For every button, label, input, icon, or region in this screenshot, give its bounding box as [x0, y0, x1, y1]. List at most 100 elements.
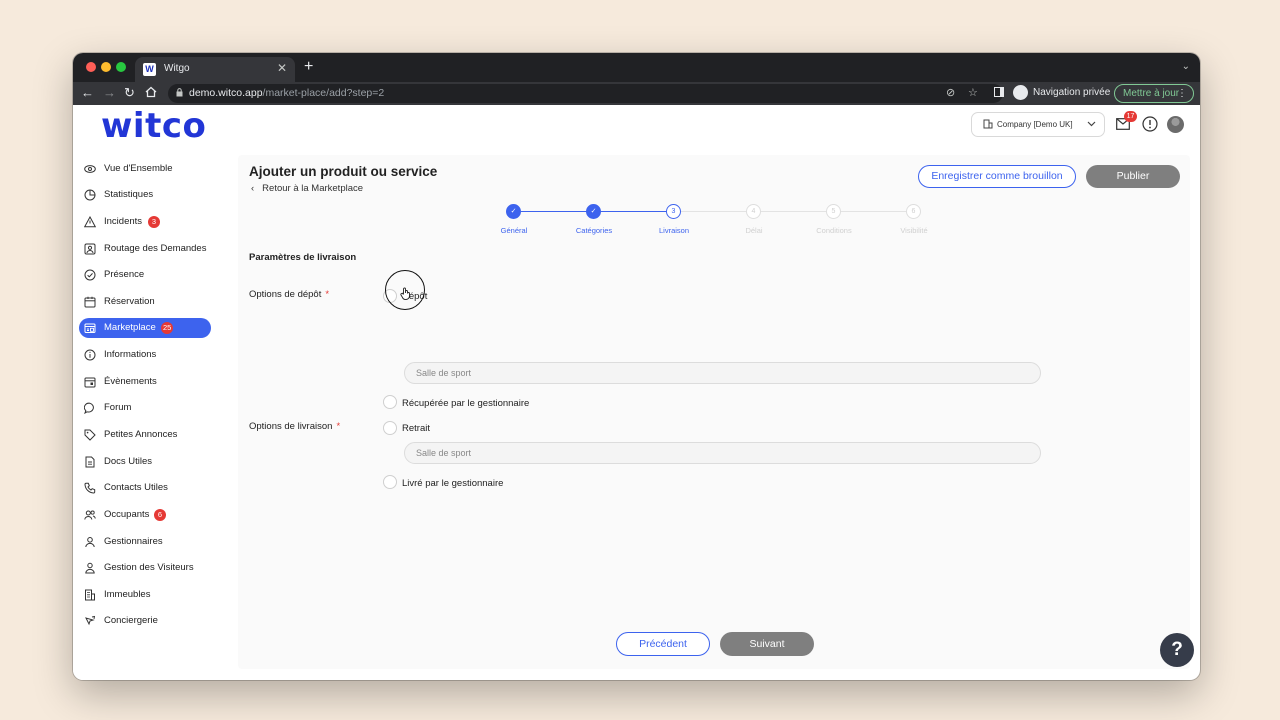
- hand-pointer-icon: [400, 287, 410, 300]
- radio-retrait[interactable]: [383, 421, 397, 435]
- sidebar-item-forum[interactable]: Forum: [79, 398, 211, 418]
- sidebar-item-incidents[interactable]: Incidents 3: [79, 212, 211, 232]
- sidebar-item-gestionnaires[interactable]: Gestionnaires: [79, 532, 211, 552]
- help-button[interactable]: ?: [1160, 633, 1194, 667]
- step-label-general[interactable]: Général: [474, 226, 554, 235]
- step-delai-number: 4: [746, 204, 761, 219]
- user-avatar[interactable]: [1167, 116, 1184, 133]
- address-bar[interactable]: demo.witco.app/market-place/add?step=2 ⊘…: [168, 84, 1003, 103]
- mail-badge: 17: [1124, 111, 1137, 122]
- eye-off-icon[interactable]: ⊘: [946, 86, 955, 99]
- reload-icon[interactable]: ↻: [124, 85, 135, 101]
- sidebar-item-statistiques[interactable]: Statistiques: [79, 185, 211, 205]
- previous-button[interactable]: Précédent: [616, 632, 710, 656]
- sidebar-item-evenements[interactable]: Évènements: [79, 372, 211, 392]
- sidebar-item-marketplace[interactable]: Marketplace 25: [79, 318, 211, 338]
- sidebar-item-label: Gestion des Visiteurs: [104, 562, 194, 573]
- sidebar-item-docs-utiles[interactable]: Docs Utiles: [79, 452, 211, 472]
- sidebar-item-label: Forum: [104, 402, 132, 413]
- tab-search-chevron-icon[interactable]: ⌄: [1182, 61, 1190, 72]
- browser-toolbar: ← → ↻ demo.witco.app/market-place/add?st…: [73, 82, 1200, 105]
- calendar-icon: [84, 296, 96, 308]
- sidebar-item-presence[interactable]: Présence: [79, 265, 211, 285]
- section-title: Paramètres de livraison: [249, 252, 357, 263]
- sidebar-item-label: Conciergerie: [104, 615, 158, 626]
- chat-icon: [84, 402, 94, 414]
- sidebar-item-label: Contacts Utiles: [104, 482, 168, 493]
- radio-recuperee[interactable]: [383, 395, 397, 409]
- back-arrow-icon[interactable]: ←: [81, 85, 94, 101]
- company-label: Company [Demo UK]: [997, 120, 1073, 129]
- chevron-down-icon: [1087, 121, 1096, 127]
- minimize-window-button[interactable]: [101, 62, 111, 72]
- occupants-badge: 6: [154, 509, 166, 521]
- info-circle-icon[interactable]: [1142, 116, 1158, 132]
- witco-favicon-icon: W: [143, 63, 156, 76]
- sidebar-item-contacts-utiles[interactable]: Contacts Utiles: [79, 478, 211, 498]
- company-select[interactable]: Company [Demo UK]: [971, 112, 1105, 137]
- sidebar-item-label: Réservation: [104, 296, 155, 307]
- step-general-icon[interactable]: ✓: [506, 204, 521, 219]
- side-panel-icon[interactable]: [994, 87, 1004, 97]
- step-livraison-number[interactable]: 3: [666, 204, 681, 219]
- close-window-button[interactable]: [86, 62, 96, 72]
- radio-recuperee-label[interactable]: Récupérée par le gestionnaire: [402, 398, 529, 409]
- step-label-livraison[interactable]: Livraison: [634, 226, 714, 235]
- new-tab-plus-icon[interactable]: +: [304, 57, 313, 77]
- tag-icon: [84, 429, 96, 441]
- sidebar-item-label: Docs Utiles: [104, 456, 153, 467]
- eye-icon: [84, 165, 96, 173]
- event-icon: [84, 377, 96, 388]
- sidebar-item-label: Immeubles: [104, 589, 151, 600]
- step-label-conditions: Conditions: [816, 226, 852, 235]
- info-icon: [84, 349, 96, 361]
- main-panel: Ajouter un produit ou service ‹ Retour à …: [238, 155, 1190, 669]
- sidebar-item-label: Occupants: [104, 509, 150, 520]
- browser-tab[interactable]: W Witgo ✕: [135, 57, 295, 82]
- store-icon: [84, 323, 96, 333]
- sidebar-item-label: Vue d'Ensemble: [104, 163, 173, 174]
- step-visibilite-number: 6: [906, 204, 921, 219]
- building-icon: [85, 589, 95, 601]
- delivery-location-input[interactable]: Salle de sport: [404, 442, 1041, 464]
- next-button[interactable]: Suivant: [720, 632, 814, 656]
- sidebar-item-reservation[interactable]: Réservation: [79, 292, 211, 312]
- sidebar-item-conciergerie[interactable]: Conciergerie: [79, 611, 211, 631]
- url-text: demo.witco.app/market-place/add?step=2: [189, 87, 385, 99]
- step-label-categories[interactable]: Catégories: [554, 226, 634, 235]
- sidebar-item-petites-annonces[interactable]: Petites Annonces: [79, 425, 211, 445]
- maximize-window-button[interactable]: [116, 62, 126, 72]
- step-categories-icon[interactable]: ✓: [586, 204, 601, 219]
- sidebar-item-informations[interactable]: Informations: [79, 345, 211, 365]
- star-bookmark-icon[interactable]: ☆: [968, 86, 978, 99]
- sidebar-item-label: Gestionnaires: [104, 536, 163, 547]
- drop-location-input[interactable]: Salle de sport: [404, 362, 1041, 384]
- delivery-options-label: Options de livraison *: [249, 421, 341, 432]
- incidents-badge: 3: [148, 216, 160, 228]
- sidebar-item-vue-ensemble[interactable]: Vue d'Ensemble: [79, 159, 211, 179]
- witco-logo[interactable]: witco: [101, 106, 206, 146]
- radio-livre[interactable]: [383, 475, 397, 489]
- sidebar-item-immeubles[interactable]: Immeubles: [79, 585, 211, 605]
- sidebar-item-label: Petites Annonces: [104, 429, 178, 440]
- radio-livre-label[interactable]: Livré par le gestionnaire: [402, 478, 503, 489]
- incognito-icon[interactable]: [1013, 85, 1028, 100]
- home-icon[interactable]: [145, 86, 157, 98]
- lock-icon: [176, 88, 183, 97]
- sidebar-item-routage[interactable]: Routage des Demandes: [79, 239, 211, 259]
- radio-retrait-label[interactable]: Retrait: [402, 423, 430, 434]
- publish-button[interactable]: Publier: [1086, 165, 1180, 188]
- tab-close-icon[interactable]: ✕: [277, 61, 287, 75]
- update-button[interactable]: Mettre à jour ⋮: [1114, 84, 1194, 103]
- forward-arrow-icon[interactable]: →: [103, 85, 116, 101]
- concierge-icon: [85, 615, 96, 626]
- sidebar-item-label: Incidents: [104, 216, 143, 227]
- phone-icon: [84, 482, 96, 494]
- sidebar-item-occupants[interactable]: Occupants 6: [79, 505, 211, 525]
- building-icon: [983, 119, 993, 129]
- sidebar-item-gestion-visiteurs[interactable]: Gestion des Visiteurs: [79, 558, 211, 578]
- incognito-label: Navigation privée: [1033, 87, 1111, 98]
- warning-icon: [84, 216, 96, 228]
- back-to-marketplace-link[interactable]: ‹ Retour à la Marketplace: [251, 183, 363, 194]
- save-draft-button[interactable]: Enregistrer comme brouillon: [918, 165, 1076, 188]
